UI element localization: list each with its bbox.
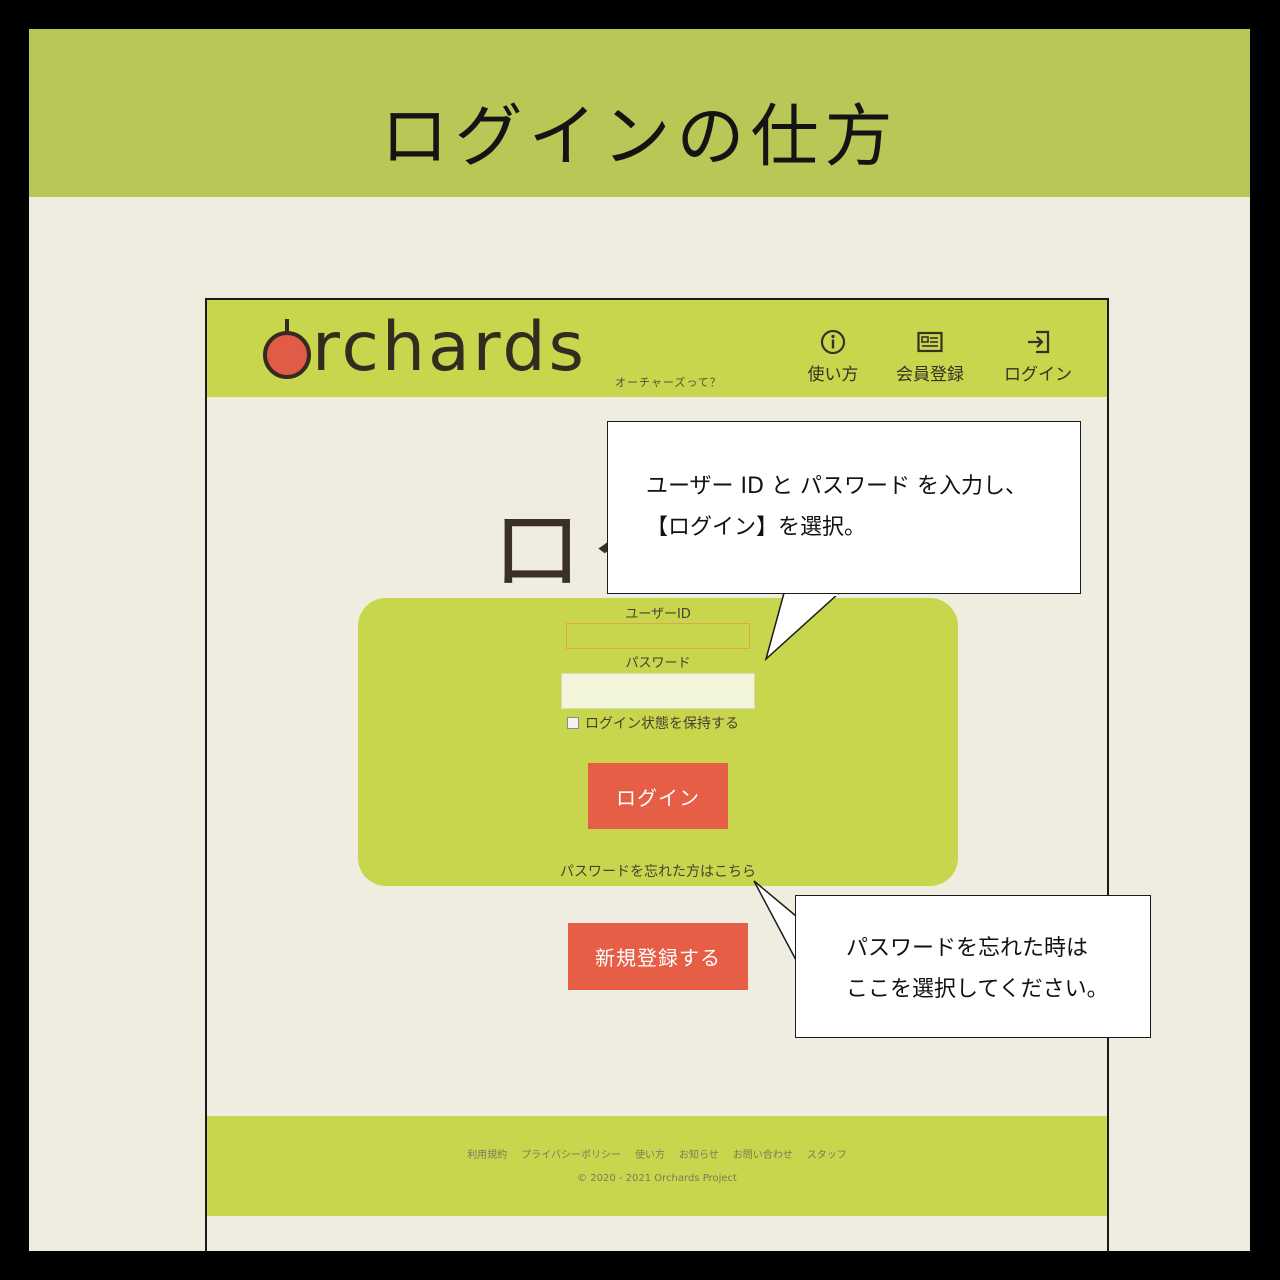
register-button[interactable]: 新規登録する [568,923,748,990]
forgot-password-callout: パスワードを忘れた時は ここを選択してください。 [795,895,1151,1038]
remember-login-option[interactable]: ログイン状態を保持する [567,713,739,733]
nav-login[interactable]: ログイン [999,328,1077,385]
nav-login-label: ログイン [1004,365,1072,385]
nav-register[interactable]: 会員登録 [891,328,969,385]
login-button[interactable]: ログイン [588,763,728,829]
userid-input[interactable] [566,623,750,649]
callout-1-line-2: 【ログイン】を選択。 [646,515,867,540]
footer-link-howto[interactable]: 使い方 [635,1146,665,1161]
nav-register-label: 会員登録 [896,365,964,385]
login-instruction-callout: ユーザー ID と パスワード を入力し、 【ログイン】を選択。 [607,421,1081,594]
nav-howto-label: 使い方 [807,365,859,385]
footer-link-terms[interactable]: 利用規約 [467,1146,507,1161]
remember-label: ログイン状態を保持する [585,716,739,732]
logo-text: rchards [312,308,587,387]
footer-link-privacy[interactable]: プライバシーポリシー [521,1146,621,1161]
forgot-password-link[interactable]: パスワードを忘れた方はこちら [358,861,958,881]
guide-header-band: ログインの仕方 [29,29,1250,197]
site-header: rchards オーチャーズって？ 使い方 会員登録 ログイン [207,300,1107,397]
footer-links: 利用規約 プライバシーポリシー 使い方 お知らせ お問い合わせ スタッフ [207,1146,1107,1161]
footer-link-news[interactable]: お知らせ [679,1146,719,1161]
callout-1-line-1: ユーザー ID と パスワード を入力し、 [646,474,1027,499]
callout-2-line-1: パスワードを忘れた時は [846,936,1089,961]
remember-checkbox[interactable] [567,717,579,729]
copyright: © 2020 - 2021 Orchards Project [577,1173,737,1184]
guide-title: ログインの仕方 [380,98,899,177]
footer-link-contact[interactable]: お問い合わせ [733,1146,793,1161]
id-card-icon [917,331,943,353]
guide-frame: ログインの仕方 rchards オーチャーズって？ 使い方 会員登録 ログイン … [29,29,1250,1251]
footer-link-staff[interactable]: スタッフ [807,1146,847,1161]
password-input[interactable] [561,673,755,709]
apple-logo-icon [263,319,311,379]
userid-label: ユーザーID [625,607,691,622]
site-footer: 利用規約 プライバシーポリシー 使い方 お知らせ お問い合わせ スタッフ © 2… [207,1116,1107,1216]
info-icon [820,329,846,355]
password-label: パスワード [625,656,691,671]
about-link[interactable]: オーチャーズって？ [615,374,722,390]
sign-in-icon [1028,330,1050,354]
nav-howto[interactable]: 使い方 [803,328,863,385]
orchards-logo[interactable]: rchards [263,313,587,383]
callout-2-line-2: ここを選択してください。 [846,977,1109,1002]
login-form: ユーザーID パスワード ログイン状態を保持する ログイン パスワードを忘れた方… [358,598,958,886]
